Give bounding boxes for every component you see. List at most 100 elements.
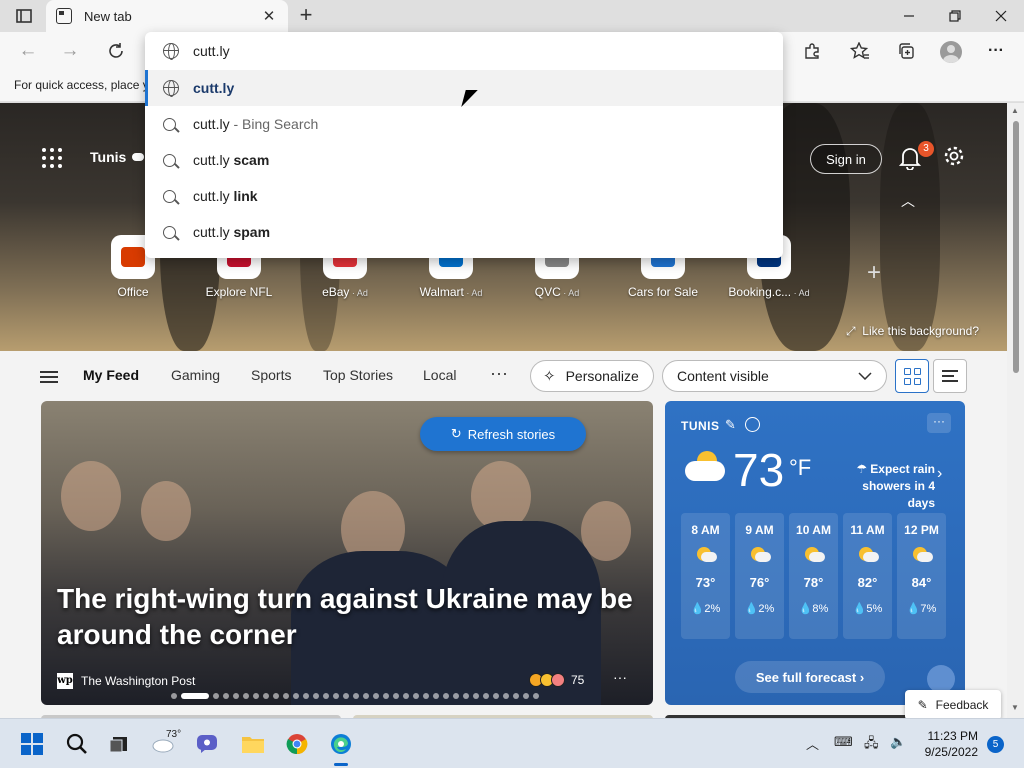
partly-cloudy-icon [857,545,879,563]
partly-cloudy-icon [749,545,771,563]
restore-button[interactable] [932,0,978,32]
profile-avatar[interactable] [940,41,962,63]
tree-trunk [880,103,940,351]
feed-tab-gaming[interactable]: Gaming [171,367,220,383]
refresh-button[interactable] [102,38,130,64]
refresh-stories-button[interactable]: ↻ Refresh stories [420,417,586,451]
file-explorer-button[interactable] [236,728,270,760]
hourly-forecast-item[interactable]: 8 AM 73° 💧2% [681,513,730,639]
suggestion-item[interactable]: cutt.ly scam [145,142,783,178]
hourly-forecast-item[interactable]: 9 AM 76° 💧2% [735,513,784,639]
feed-more-button[interactable]: ··· [490,363,508,384]
weather-widget-avatar[interactable] [927,665,955,693]
content-visibility-dropdown[interactable]: Content visible [662,360,887,392]
start-button[interactable] [15,728,49,760]
grid-view-button[interactable] [895,359,929,393]
new-tab-icon [56,8,72,24]
add-quick-link-button[interactable]: + [862,259,886,287]
hour-temp: 82° [857,575,878,590]
apps-grid-icon[interactable] [42,148,62,168]
feed-tab-top-stories[interactable]: Top Stories [323,367,393,383]
hourly-forecast-item[interactable]: 11 AM 82° 💧5% [843,513,892,639]
close-window-button[interactable] [978,0,1024,32]
story-reactions[interactable]: 75 [529,673,584,687]
sign-in-button[interactable]: Sign in [810,144,882,174]
new-tab-button[interactable]: + [294,4,318,28]
chevron-up-icon[interactable]: ︿ [898,191,918,211]
story-photo-figure [141,481,191,541]
weather-card[interactable]: TUNIS ✎ ··· 73 °F ☂ Expect rain showers … [665,401,965,705]
show-hidden-icons-button[interactable]: ︿ [806,734,819,753]
like-background-button[interactable]: ⤢ Like this background? [846,324,979,339]
favorites-button[interactable] [846,38,874,64]
pencil-icon[interactable]: ✎ [725,417,736,433]
hour-time: 8 AM [691,523,720,537]
task-view-button[interactable] [102,728,136,760]
chevron-right-icon[interactable]: › [937,465,942,483]
restore-icon [949,10,961,22]
personalize-button[interactable]: ✧ Personalize [530,360,654,392]
story-headline[interactable]: The right-wing turn against Ukraine may … [57,581,637,653]
feed-tab-local[interactable]: Local [423,367,456,383]
feed-tab-sports[interactable]: Sports [251,367,291,383]
volume-icon[interactable]: 🔈 [890,734,906,750]
suggestion-item[interactable]: cutt.ly - Bing Search [145,106,783,142]
hourly-forecast-item[interactable]: 10 AM 78° 💧8% [789,513,838,639]
feedback-icon: ✎ [917,698,928,712]
search-icon [163,225,176,239]
feedback-button[interactable]: ✎ Feedback [905,690,1001,718]
weather-city[interactable]: Tunis [90,149,126,165]
suggestion-item[interactable]: cutt.ly link [145,178,783,214]
forward-button[interactable]: → [56,38,84,64]
folder-icon [242,737,264,753]
hour-time: 12 PM [904,523,939,537]
page-scrollbar[interactable]: ▲ ▼ [1007,103,1024,718]
edge-button[interactable] [324,728,358,760]
teams-chat-button[interactable] [190,728,224,760]
chrome-button[interactable] [280,728,314,760]
scroll-up-arrow-icon[interactable]: ▲ [1011,106,1019,115]
address-bar-dropdown: cutt.ly cutt.ly cutt.ly - Bing Search cutt… [145,32,783,258]
hamburger-menu-icon[interactable] [40,371,58,383]
notification-center-badge[interactable]: 5 [987,736,1004,753]
feed-tab-my-feed[interactable]: My Feed [83,367,139,383]
suggestion-item[interactable]: cutt.ly spam [145,214,783,250]
keyboard-icon[interactable]: ⌨ [834,734,853,750]
list-view-icon [942,370,958,382]
suggestion-extra: spam [229,224,271,240]
address-bar-value: cutt.ly [193,43,230,59]
chat-icon [197,735,217,753]
story-more-button[interactable]: ··· [613,669,627,685]
story-source-name: The Washington Post [81,674,196,688]
weather-unit[interactable]: °F [789,455,811,481]
close-tab-icon[interactable]: ✕ [260,7,278,25]
story-source[interactable]: wp The Washington Post [57,673,195,689]
search-button[interactable] [60,728,94,760]
weather-more-button[interactable]: ··· [927,413,951,433]
hour-temp: 76° [749,575,770,590]
see-full-forecast-button[interactable]: See full forecast › [735,661,885,693]
partly-cloudy-icon [685,451,727,485]
address-bar-input[interactable]: cutt.ly [145,32,783,70]
tab-new-tab[interactable]: New tab ✕ [46,0,288,32]
hourly-forecast-item[interactable]: 12 PM 84° 💧7% [897,513,946,639]
suggestion-text: cutt.ly [193,188,230,204]
network-icon[interactable]: 🖧 [864,734,879,756]
extensions-button[interactable] [798,38,826,64]
scrollbar-thumb[interactable] [1013,121,1019,373]
hour-time: 11 AM [850,523,885,537]
collections-button[interactable] [892,38,920,64]
globe-icon[interactable] [745,417,760,432]
partly-cloudy-icon [911,545,933,563]
minimize-button[interactable] [886,0,932,32]
globe-icon [163,80,179,97]
tab-actions-button[interactable] [8,7,40,25]
settings-more-button[interactable]: ··· [982,38,1010,64]
carousel-dots[interactable] [171,693,539,699]
rain-forecast[interactable]: ☂ Expect rain showers in 4 days [835,461,935,512]
scroll-down-arrow-icon[interactable]: ▼ [1011,703,1019,712]
back-button[interactable]: ← [14,38,42,64]
list-view-button[interactable] [933,359,967,393]
taskbar-clock[interactable]: 11:23 PM 9/25/2022 [918,728,978,760]
gear-icon[interactable] [942,145,966,171]
